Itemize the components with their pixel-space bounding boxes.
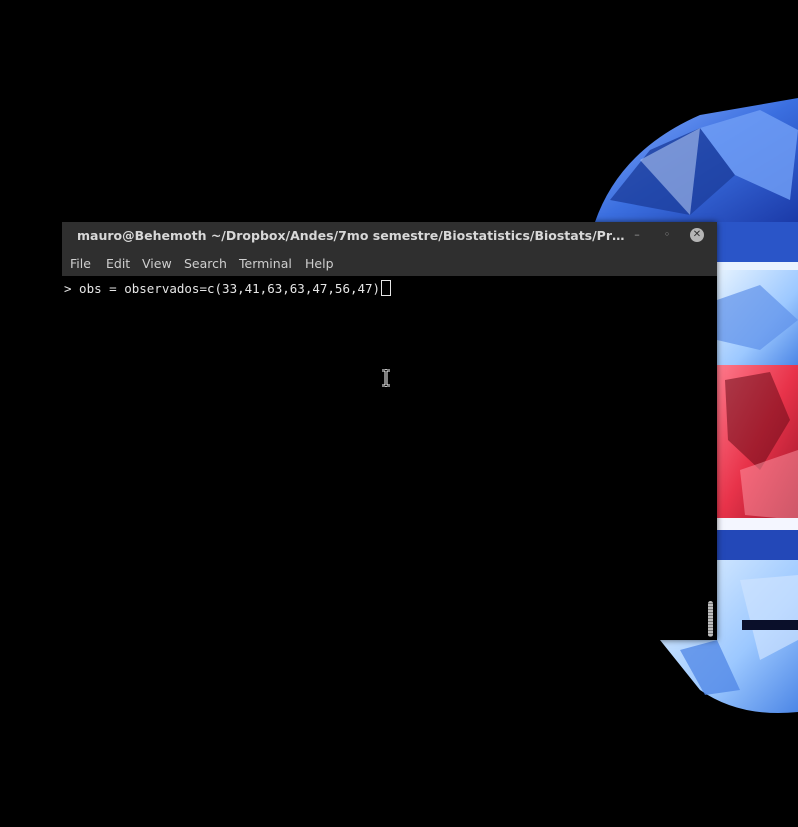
scrollbar-thumb[interactable] [708, 601, 713, 637]
text-ibeam-cursor-icon [382, 369, 390, 387]
menu-search[interactable]: Search [184, 256, 227, 271]
menu-view[interactable]: View [142, 256, 172, 271]
menu-file[interactable]: File [70, 256, 91, 271]
window-titlebar[interactable]: mauro@Behemoth ~/Dropbox/Andes/7mo semes… [62, 222, 717, 250]
desktop: mauro@Behemoth ~/Dropbox/Andes/7mo semes… [0, 0, 798, 827]
menu-edit[interactable]: Edit [106, 256, 130, 271]
menubar: File Edit View Search Terminal Help [62, 250, 717, 276]
maximize-icon[interactable]: ◦ [660, 228, 674, 242]
minimize-icon[interactable]: – [630, 228, 644, 242]
window-title: mauro@Behemoth ~/Dropbox/Andes/7mo semes… [77, 228, 632, 243]
terminal-prompt-text: > obs = observados=c(33,41,63,63,47,56,4… [64, 281, 381, 296]
terminal-scrollbar[interactable] [706, 276, 717, 640]
terminal-output-area[interactable]: > obs = observados=c(33,41,63,63,47,56,4… [62, 276, 706, 640]
menu-help[interactable]: Help [305, 256, 334, 271]
text-cursor [381, 280, 392, 296]
menu-terminal[interactable]: Terminal [239, 256, 292, 271]
close-icon[interactable]: ✕ [690, 228, 704, 242]
terminal-line: > obs = observados=c(33,41,63,63,47,56,4… [64, 280, 392, 296]
terminal-window[interactable]: mauro@Behemoth ~/Dropbox/Andes/7mo semes… [62, 222, 717, 640]
